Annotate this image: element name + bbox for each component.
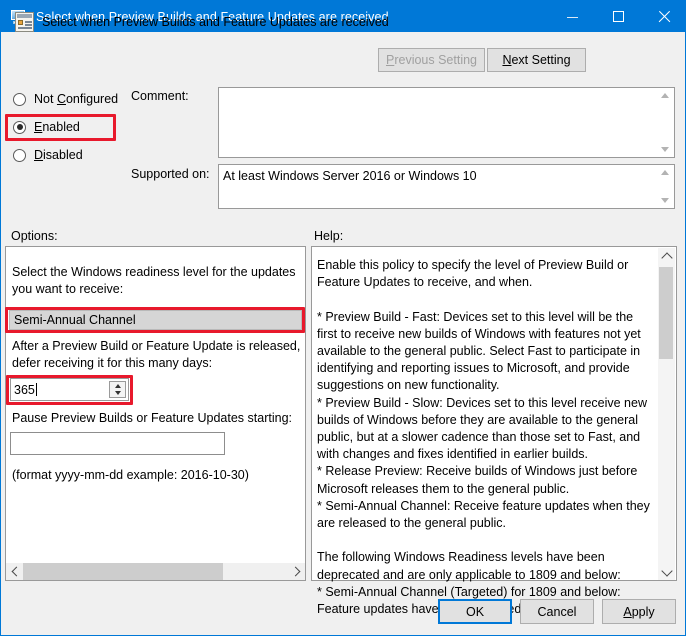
scroll-up-icon [661, 170, 669, 175]
comment-label: Comment: [131, 89, 189, 103]
caret-down-icon [114, 391, 121, 396]
date-format-hint: (format yyyy-mm-dd example: 2016-10-30) [12, 468, 249, 482]
defer-days-value: 365 [14, 382, 37, 397]
scroll-down-icon [661, 198, 669, 203]
maximize-icon [612, 11, 624, 22]
apply-label: pply [631, 604, 655, 619]
options-label: Options: [11, 229, 58, 243]
help-scroll-track[interactable] [658, 265, 675, 564]
setting-name: Select when Preview Builds and Feature U… [42, 15, 389, 29]
previous-setting-button[interactable]: Previous Setting [378, 48, 485, 72]
radio-enabled-indicator [13, 120, 26, 134]
policy-setting-dialog: Select when Preview Builds and Feature U… [0, 0, 686, 636]
help-vertical-scrollbar[interactable] [658, 248, 675, 580]
spin-up-button[interactable] [110, 382, 125, 390]
help-scroll-thumb[interactable] [659, 267, 673, 359]
radio-not-configured[interactable]: Not Configured [13, 92, 118, 106]
options-scroll-thumb[interactable] [23, 563, 223, 580]
ok-button[interactable]: OK [438, 599, 512, 624]
chevron-right-icon [290, 566, 300, 577]
options-horizontal-scrollbar[interactable] [6, 563, 305, 580]
readiness-level-value: Semi-Annual Channel [14, 313, 136, 327]
radio-disabled-label: Disabled [34, 148, 83, 162]
defer-prompt: After a Preview Build or Feature Update … [12, 339, 301, 370]
supported-on-label: Supported on: [131, 167, 210, 181]
help-label: Help: [314, 229, 344, 243]
spin-down-button[interactable] [110, 390, 125, 398]
caret-up-icon [114, 383, 121, 388]
readiness-prompt: Select the Windows readiness level for t… [12, 265, 296, 296]
supported-on-value: At least Windows Server 2016 or Windows … [223, 169, 477, 183]
defer-days-spin-buttons[interactable] [109, 381, 126, 398]
readiness-level-dropdown[interactable]: Semi-Annual Channel [9, 310, 302, 330]
comment-scrollbar[interactable] [657, 89, 673, 156]
pause-date-input[interactable] [10, 432, 225, 455]
group-policy-setting-icon [15, 12, 34, 32]
previous-setting-label: revious Setting [394, 53, 478, 67]
close-button[interactable] [641, 1, 685, 32]
scroll-up-icon [661, 93, 669, 98]
radio-not-configured-indicator [13, 92, 26, 106]
radio-disabled[interactable]: Disabled [13, 148, 83, 162]
cancel-button[interactable]: Cancel [520, 599, 594, 624]
next-setting-button[interactable]: Next Setting [487, 48, 586, 72]
ok-label: OK [465, 604, 485, 619]
apply-button[interactable]: Apply [602, 599, 676, 624]
help-text: Enable this policy to specify the level … [317, 258, 650, 617]
chevron-left-icon [11, 566, 21, 577]
scroll-down-icon [661, 147, 669, 152]
radio-enabled[interactable]: Enabled [13, 120, 80, 134]
radio-disabled-indicator [13, 148, 26, 162]
options-scroll-track[interactable] [23, 563, 288, 580]
radio-not-configured-label: Not Configured [34, 92, 119, 106]
next-setting-label: ext Setting [511, 53, 571, 67]
supported-on-scrollbar[interactable] [657, 166, 673, 207]
apply-accel: A [623, 604, 632, 619]
scroll-right-button[interactable] [288, 563, 305, 580]
radio-enabled-label: Enabled [34, 120, 80, 134]
pause-prompt: Pause Preview Builds or Feature Updates … [12, 411, 292, 425]
maximize-button[interactable] [595, 1, 641, 32]
defer-days-stepper[interactable]: 365 [10, 378, 129, 401]
close-icon [658, 10, 671, 23]
cancel-label: Cancel [537, 604, 577, 619]
comment-input[interactable] [218, 87, 675, 158]
scroll-left-button[interactable] [6, 563, 23, 580]
chevron-up-icon[interactable] [660, 252, 673, 264]
minimize-icon [566, 16, 578, 18]
chevron-down-icon[interactable] [660, 565, 673, 577]
minimize-button[interactable] [549, 1, 595, 32]
